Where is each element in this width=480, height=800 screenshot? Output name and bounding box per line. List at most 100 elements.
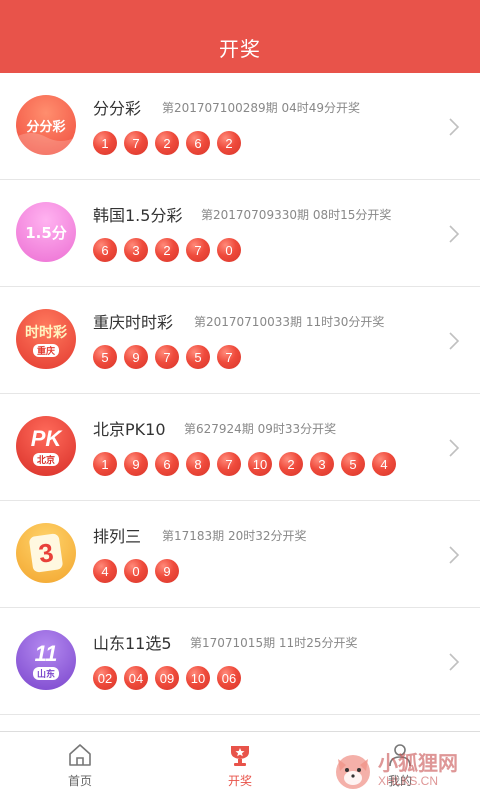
period-number: 第17071015期 [190,636,276,650]
lottery-logo: 时时彩 重庆 [16,309,76,369]
number-ball: 4 [372,452,396,476]
lottery-logo: 11 山东 [16,630,76,690]
lottery-row[interactable]: 3 排列三 第17183期 20时32分开奖 4 0 9 [0,501,480,608]
lottery-logo-text: 时时彩 [25,324,67,341]
lottery-period: 第17183期 20时32分开奖 [162,527,307,544]
number-ball: 7 [124,131,148,155]
number-ball: 2 [155,131,179,155]
number-ball: 2 [217,131,241,155]
lottery-name: 排列三 [93,527,142,546]
number-ball: 2 [279,452,303,476]
number-balls: 6 3 2 7 0 [93,238,248,262]
number-ball: 1 [93,452,117,476]
chevron-right-icon [449,653,460,671]
draw-time: 09时33分开奖 [257,422,337,436]
lottery-logo-text: 分分彩 [26,119,66,135]
number-ball: 09 [155,666,179,690]
bottom-tab-bar: 首页 开奖 我的 [0,731,480,800]
number-ball: 3 [124,238,148,262]
lottery-row[interactable]: 分分彩 分分彩 第201707100289期 04时49分开奖 1 7 2 6 … [0,73,480,180]
number-ball: 5 [186,345,210,369]
period-number: 第20170709330期 [201,208,309,222]
number-ball: 9 [124,345,148,369]
lottery-period: 第17071015期 11时25分开奖 [190,634,357,651]
tab-label: 开奖 [227,774,252,788]
lottery-logo-subtext: 山东 [32,666,59,680]
lottery-name: 韩国1.5分彩 [93,206,183,225]
period-number: 第20170710033期 [194,315,302,329]
lottery-name: 分分彩 [93,99,142,118]
lottery-logo-text: 1.5分 [25,223,67,242]
number-ball: 4 [93,559,117,583]
number-balls: 1 9 6 8 7 10 2 3 5 4 [93,452,403,476]
tab-label: 我的 [387,774,412,788]
lottery-logo: 分分彩 [16,95,76,155]
tab-profile[interactable]: 我的 [320,732,480,800]
lottery-name: 山东11选5 [93,634,172,653]
draw-time: 20时32分开奖 [228,529,307,543]
lottery-list: 分分彩 分分彩 第201707100289期 04时49分开奖 1 7 2 6 … [0,73,480,715]
number-ball: 6 [155,452,179,476]
number-ball: 9 [124,452,148,476]
number-ball: 8 [186,452,210,476]
draw-time: 08时15分开奖 [312,208,392,222]
user-icon [389,744,411,767]
chevron-right-icon [449,546,460,564]
lottery-period: 第627924期 09时33分开奖 [184,420,336,437]
number-ball: 2 [155,238,179,262]
home-icon [69,744,91,766]
trophy-icon [231,746,249,766]
number-balls: 02 04 09 10 06 [93,666,248,690]
period-number: 第201707100289期 [162,101,278,115]
number-ball: 3 [310,452,334,476]
tab-lottery-results[interactable]: 开奖 [160,732,320,800]
draw-time: 11时25分开奖 [278,636,358,650]
period-number: 第17183期 [162,529,225,543]
lottery-logo-badge: 3 [28,533,64,573]
chevron-right-icon [449,225,460,243]
number-ball: 02 [93,666,117,690]
lottery-logo-text: PK [30,426,62,451]
number-ball: 9 [155,559,179,583]
draw-time: 11时30分开奖 [305,315,385,329]
lottery-logo: 1.5分 [16,202,76,262]
number-ball: 7 [217,452,241,476]
period-number: 第627924期 [184,422,254,436]
tab-home[interactable]: 首页 [0,732,160,800]
number-ball: 6 [93,238,117,262]
lottery-row[interactable]: 时时彩 重庆 重庆时时彩 第20170710033期 11时30分开奖 5 9 … [0,287,480,394]
number-ball: 7 [186,238,210,262]
lottery-name: 重庆时时彩 [93,313,174,332]
chevron-right-icon [449,118,460,136]
number-ball: 10 [186,666,210,690]
number-balls: 4 0 9 [93,559,186,583]
tab-label: 首页 [67,774,92,788]
lottery-period: 第201707100289期 04时49分开奖 [162,99,360,116]
lottery-period: 第20170710033期 11时30分开奖 [194,313,384,330]
chevron-right-icon [449,332,460,350]
chevron-right-icon [449,439,460,457]
number-ball: 7 [217,345,241,369]
lottery-logo-text: 3 [36,536,56,569]
lottery-row[interactable]: 1.5分 韩国1.5分彩 第20170709330期 08时15分开奖 6 3 … [0,180,480,287]
draw-time: 04时49分开奖 [281,101,360,115]
app-header: 开奖 [0,0,480,73]
page-title: 开奖 [219,37,261,61]
number-ball: 06 [217,666,241,690]
number-balls: 5 9 7 5 7 [93,345,248,369]
lottery-logo-subtext: 重庆 [32,343,59,357]
number-ball: 5 [93,345,117,369]
number-ball: 0 [124,559,148,583]
lottery-logo-subtext: 北京 [32,453,59,466]
lottery-row[interactable]: 11 山东 山东11选5 第17071015期 11时25分开奖 02 04 0… [0,608,480,715]
number-ball: 0 [217,238,241,262]
number-ball: 5 [341,452,365,476]
lottery-name: 北京PK10 [93,420,166,439]
lottery-period: 第20170709330期 08时15分开奖 [201,206,391,223]
number-ball: 1 [93,131,117,155]
lottery-row[interactable]: PK 北京 北京PK10 第627924期 09时33分开奖 1 9 6 8 7… [0,394,480,501]
number-ball: 10 [248,452,272,476]
number-ball: 6 [186,131,210,155]
lottery-logo: PK 北京 [16,416,76,476]
lottery-logo: 3 [16,523,76,583]
